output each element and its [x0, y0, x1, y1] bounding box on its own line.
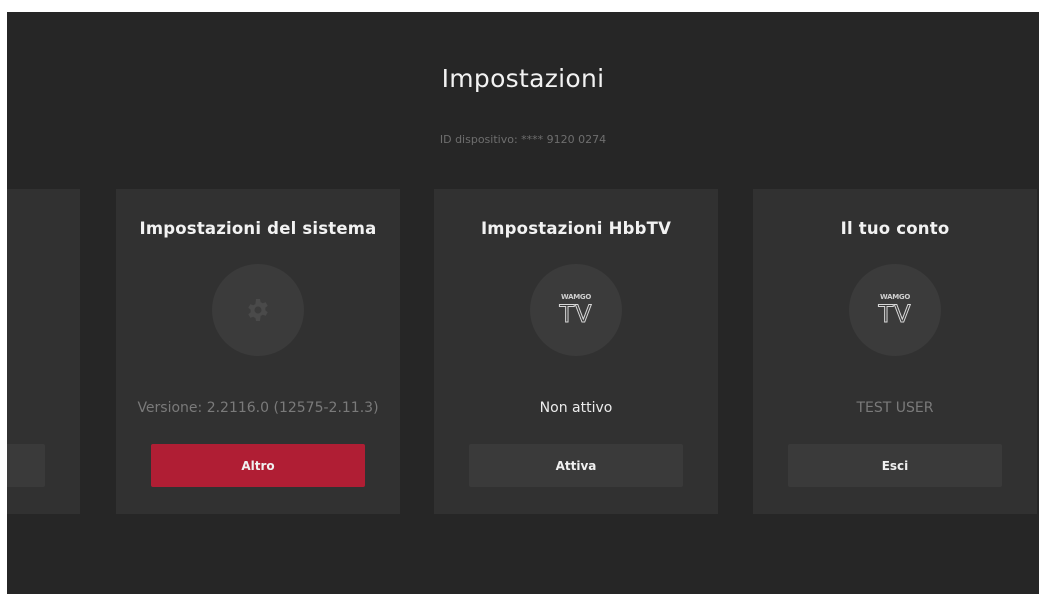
- card-account[interactable]: Il tuo conto WAMGO TV TEST USER Esci: [753, 189, 1037, 514]
- card-hbbtv-settings[interactable]: Impostazioni HbbTV WAMGO TV Non attivo A…: [434, 189, 718, 514]
- wamgo-tv-logo-icon: WAMGO TV: [559, 294, 593, 328]
- card-icon-circle: WAMGO TV: [849, 264, 941, 356]
- settings-screen: Impostazioni ID dispositivo: **** 9120 0…: [7, 12, 1039, 594]
- device-id: ID dispositivo: **** 9120 0274: [439, 133, 607, 146]
- card-icon-circle: [212, 264, 304, 356]
- logo-tv: TV: [559, 300, 593, 328]
- card-system-settings[interactable]: Impostazioni del sistema Versione: 2.211…: [116, 189, 400, 514]
- page-title: Impostazioni: [441, 64, 605, 93]
- wamgo-tv-logo-icon: WAMGO TV: [878, 294, 912, 328]
- card-icon-circle: WAMGO TV: [530, 264, 622, 356]
- card-title: Impostazioni del sistema: [139, 219, 377, 238]
- logo-tv: TV: [878, 300, 912, 328]
- altro-button[interactable]: Altro: [151, 444, 365, 487]
- card-partial-left[interactable]: [7, 189, 80, 514]
- gear-icon: [248, 299, 268, 321]
- esci-button[interactable]: Esci: [788, 444, 1002, 487]
- card-title: Impostazioni HbbTV: [480, 219, 672, 238]
- hbbtv-status: Non attivo: [539, 400, 613, 416]
- version-text: Versione: 2.2116.0 (12575-2.11.3): [137, 400, 379, 416]
- account-user-name: TEST USER: [856, 400, 934, 416]
- card-title: Il tuo conto: [840, 219, 950, 238]
- partial-card-button[interactable]: [7, 444, 45, 487]
- attiva-button[interactable]: Attiva: [469, 444, 683, 487]
